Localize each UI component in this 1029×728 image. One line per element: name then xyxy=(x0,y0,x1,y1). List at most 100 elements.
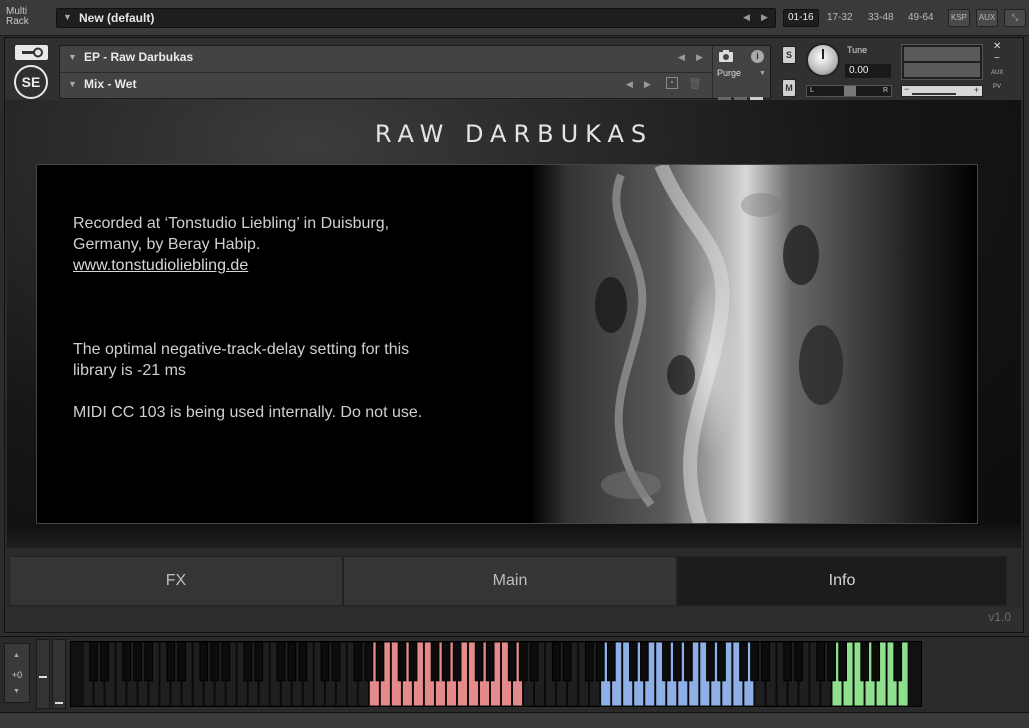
black-key[interactable] xyxy=(331,642,341,682)
black-key[interactable] xyxy=(122,642,131,682)
black-key[interactable] xyxy=(474,642,484,682)
black-key[interactable] xyxy=(794,642,803,682)
black-key[interactable] xyxy=(221,642,231,682)
black-key[interactable] xyxy=(551,642,561,682)
black-key[interactable] xyxy=(287,642,297,682)
solo-button[interactable]: S xyxy=(782,46,796,64)
black-key[interactable] xyxy=(827,642,836,682)
black-key[interactable] xyxy=(507,642,517,682)
black-key[interactable] xyxy=(739,642,748,682)
tune-value[interactable]: 0.00 xyxy=(845,64,891,78)
black-key[interactable] xyxy=(706,642,715,682)
black-key[interactable] xyxy=(298,642,308,682)
black-key[interactable] xyxy=(430,642,440,682)
next-arrow-icon[interactable]: ▶ xyxy=(696,52,703,63)
pv-label[interactable]: PV xyxy=(993,84,1001,90)
ksp-button[interactable]: KSP xyxy=(948,9,970,27)
black-key[interactable] xyxy=(485,642,495,682)
purge-dropdown[interactable]: Purge xyxy=(717,68,741,78)
black-key[interactable] xyxy=(584,642,594,682)
black-key[interactable] xyxy=(254,642,264,682)
black-key[interactable] xyxy=(783,642,792,682)
octave-down-icon[interactable]: ▼ xyxy=(13,688,20,695)
tab-main[interactable]: Main xyxy=(343,556,677,606)
next-arrow-icon[interactable]: ▶ xyxy=(761,12,768,23)
black-key[interactable] xyxy=(518,642,528,682)
rack-name-field[interactable]: ▼ New (default) ◀ ▶ xyxy=(56,8,776,28)
pan-slider[interactable]: L R xyxy=(806,85,892,97)
black-key[interactable] xyxy=(397,642,407,682)
page-tab-49-64[interactable]: 49-64 xyxy=(904,9,938,27)
black-key[interactable] xyxy=(673,642,682,682)
mute-button[interactable]: M xyxy=(782,79,796,97)
piano-keyboard[interactable] xyxy=(70,641,922,707)
black-key[interactable] xyxy=(761,642,770,682)
dropdown-arrow-icon[interactable]: ▼ xyxy=(68,52,77,62)
page-tab-33-48[interactable]: 33-48 xyxy=(864,9,898,27)
black-key[interactable] xyxy=(320,642,330,682)
mod-wheel[interactable] xyxy=(52,639,66,709)
black-key[interactable] xyxy=(860,642,870,682)
black-key[interactable] xyxy=(353,642,363,682)
black-key[interactable] xyxy=(893,642,903,682)
page-tab-01-16[interactable]: 01-16 xyxy=(783,9,819,27)
black-key[interactable] xyxy=(210,642,220,682)
dropdown-arrow-icon[interactable]: ▼ xyxy=(68,79,77,89)
snapshot-row[interactable]: ▼ Mix - Wet ◀ ▶ ▪ 🗑 xyxy=(60,73,712,97)
black-key[interactable] xyxy=(441,642,451,682)
black-key[interactable] xyxy=(838,642,848,682)
black-key[interactable] xyxy=(562,642,572,682)
black-key[interactable] xyxy=(408,642,418,682)
black-key[interactable] xyxy=(243,642,253,682)
pan-handle[interactable] xyxy=(844,86,856,96)
octave-up-icon[interactable]: ▲ xyxy=(13,652,20,659)
black-key[interactable] xyxy=(199,642,209,682)
tab-info[interactable]: Info xyxy=(677,556,1007,606)
black-key[interactable] xyxy=(750,642,759,682)
black-key[interactable] xyxy=(717,642,726,682)
previous-arrow-icon[interactable]: ◀ xyxy=(743,12,750,23)
black-key[interactable] xyxy=(276,642,286,682)
black-key[interactable] xyxy=(166,642,176,682)
trash-icon[interactable]: 🗑 xyxy=(688,77,702,90)
black-key[interactable] xyxy=(606,642,616,682)
save-icon[interactable]: ▪ xyxy=(666,77,678,89)
black-key[interactable] xyxy=(871,642,881,682)
wrench-icon[interactable] xyxy=(15,45,48,60)
black-key[interactable] xyxy=(684,642,693,682)
info-icon[interactable]: i xyxy=(751,50,764,63)
black-key[interactable] xyxy=(816,642,825,682)
close-icon[interactable]: ✕ xyxy=(993,41,1001,52)
octave-control[interactable]: ▲ +0 ▼ xyxy=(4,643,30,703)
black-key[interactable] xyxy=(364,642,374,682)
black-key[interactable] xyxy=(100,642,109,682)
volume-slider[interactable]: − + xyxy=(901,84,983,97)
chevron-down-icon[interactable]: ▼ xyxy=(759,70,766,77)
next-arrow-icon[interactable]: ▶ xyxy=(644,79,651,90)
tab-fx[interactable]: FX xyxy=(9,556,343,606)
studio-link[interactable]: www.tonstudioliebling.de xyxy=(73,257,248,274)
instrument-name-row[interactable]: ▼ EP - Raw Darbukas ◀ ▶ xyxy=(60,46,712,70)
page-tab-17-32[interactable]: 17-32 xyxy=(823,9,857,27)
black-key[interactable] xyxy=(629,642,638,682)
previous-arrow-icon[interactable]: ◀ xyxy=(678,52,685,63)
black-key[interactable] xyxy=(144,642,154,682)
black-key[interactable] xyxy=(595,642,605,682)
black-key[interactable] xyxy=(662,642,671,682)
minimize-icon[interactable]: − xyxy=(994,53,1000,64)
tune-knob[interactable] xyxy=(806,43,840,77)
black-key[interactable] xyxy=(133,642,142,682)
aux-button[interactable]: AUX xyxy=(976,9,998,27)
black-key[interactable] xyxy=(89,642,98,682)
camera-icon[interactable] xyxy=(719,50,733,62)
black-key[interactable] xyxy=(177,642,187,682)
collapse-icon[interactable]: ⤡ xyxy=(1004,9,1026,27)
pitch-wheel[interactable] xyxy=(36,639,50,709)
black-key[interactable] xyxy=(452,642,462,682)
black-key[interactable] xyxy=(375,642,385,682)
dropdown-arrow-icon[interactable]: ▼ xyxy=(63,12,72,22)
previous-arrow-icon[interactable]: ◀ xyxy=(626,79,633,90)
black-key[interactable] xyxy=(529,642,539,682)
aux-label[interactable]: AUX xyxy=(991,70,1003,76)
black-key[interactable] xyxy=(640,642,649,682)
